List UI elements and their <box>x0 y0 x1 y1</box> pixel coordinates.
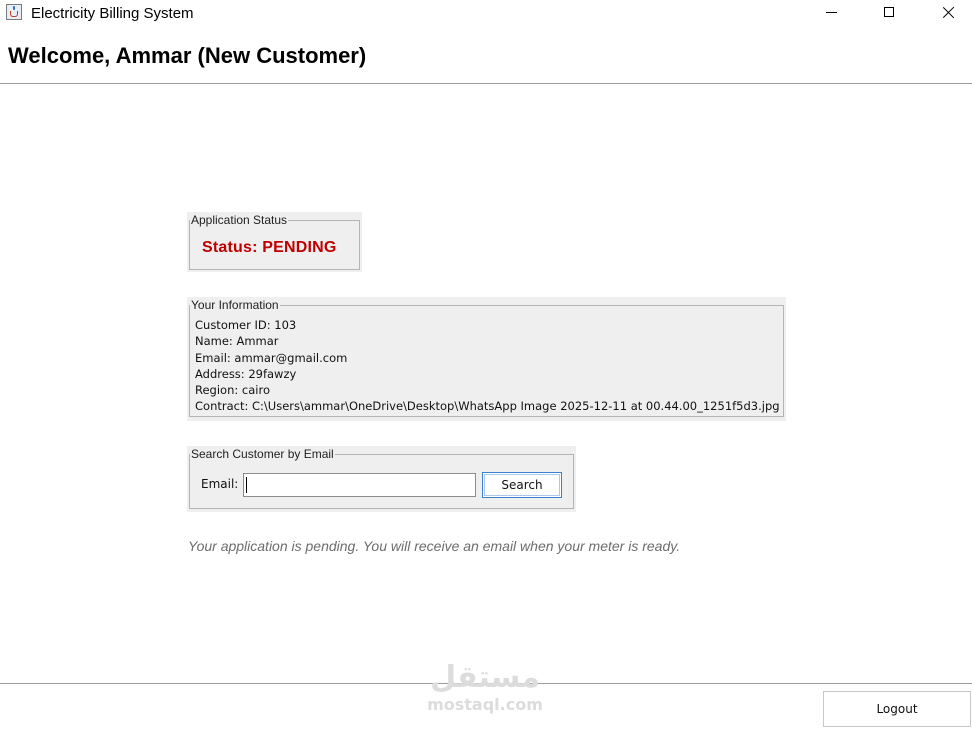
application-status-panel: Application Status Status: PENDING <box>187 212 362 272</box>
maximize-button[interactable] <box>860 0 918 30</box>
your-information-panel: Your Information Customer ID: 103 Name: … <box>187 297 786 421</box>
java-cup-icon <box>6 4 22 20</box>
your-information-legend: Your Information <box>191 298 279 312</box>
minimize-icon <box>826 12 837 13</box>
welcome-heading: Welcome, Ammar (New Customer) <box>8 43 367 68</box>
close-icon <box>942 6 955 19</box>
information-lines: Customer ID: 103 Name: Ammar Email: amma… <box>195 317 780 415</box>
email-label: Email: <box>201 477 239 491</box>
customer-id-line: Customer ID: 103 <box>195 318 297 332</box>
watermark-latin-text: mostaql.com <box>427 695 543 714</box>
contract-line: Contract: C:\Users\ammar\OneDrive\Deskto… <box>195 399 780 414</box>
search-customer-legend: Search Customer by Email <box>191 447 334 461</box>
email-search-input[interactable] <box>243 473 476 497</box>
close-button[interactable] <box>918 0 972 30</box>
application-status-legend: Application Status <box>191 213 288 227</box>
search-customer-panel: Search Customer by Email Email: Search <box>187 446 576 512</box>
header-divider <box>0 83 972 84</box>
minimize-button[interactable] <box>802 0 860 30</box>
app-window: Electricity Billing System Welcome, Amma… <box>0 0 972 731</box>
address-line: Address: 29fawzy <box>195 366 297 381</box>
region-line: Region: cairo <box>195 383 270 398</box>
text-caret <box>246 477 247 493</box>
mostaql-watermark: مستقل mostaql.com <box>420 660 550 720</box>
watermark-arabic-text: مستقل <box>430 660 540 695</box>
title-bar[interactable]: Electricity Billing System <box>0 0 972 30</box>
name-line: Name: Ammar <box>195 334 279 349</box>
window-title: Electricity Billing System <box>31 5 194 22</box>
maximize-icon <box>884 7 894 17</box>
pending-message: Your application is pending. You will re… <box>188 538 681 554</box>
email-line: Email: ammar@gmail.com <box>195 350 348 365</box>
footer-divider <box>0 683 972 684</box>
logout-button[interactable]: Logout <box>823 691 971 727</box>
status-label: Status: PENDING <box>202 239 337 256</box>
search-button[interactable]: Search <box>482 472 562 498</box>
